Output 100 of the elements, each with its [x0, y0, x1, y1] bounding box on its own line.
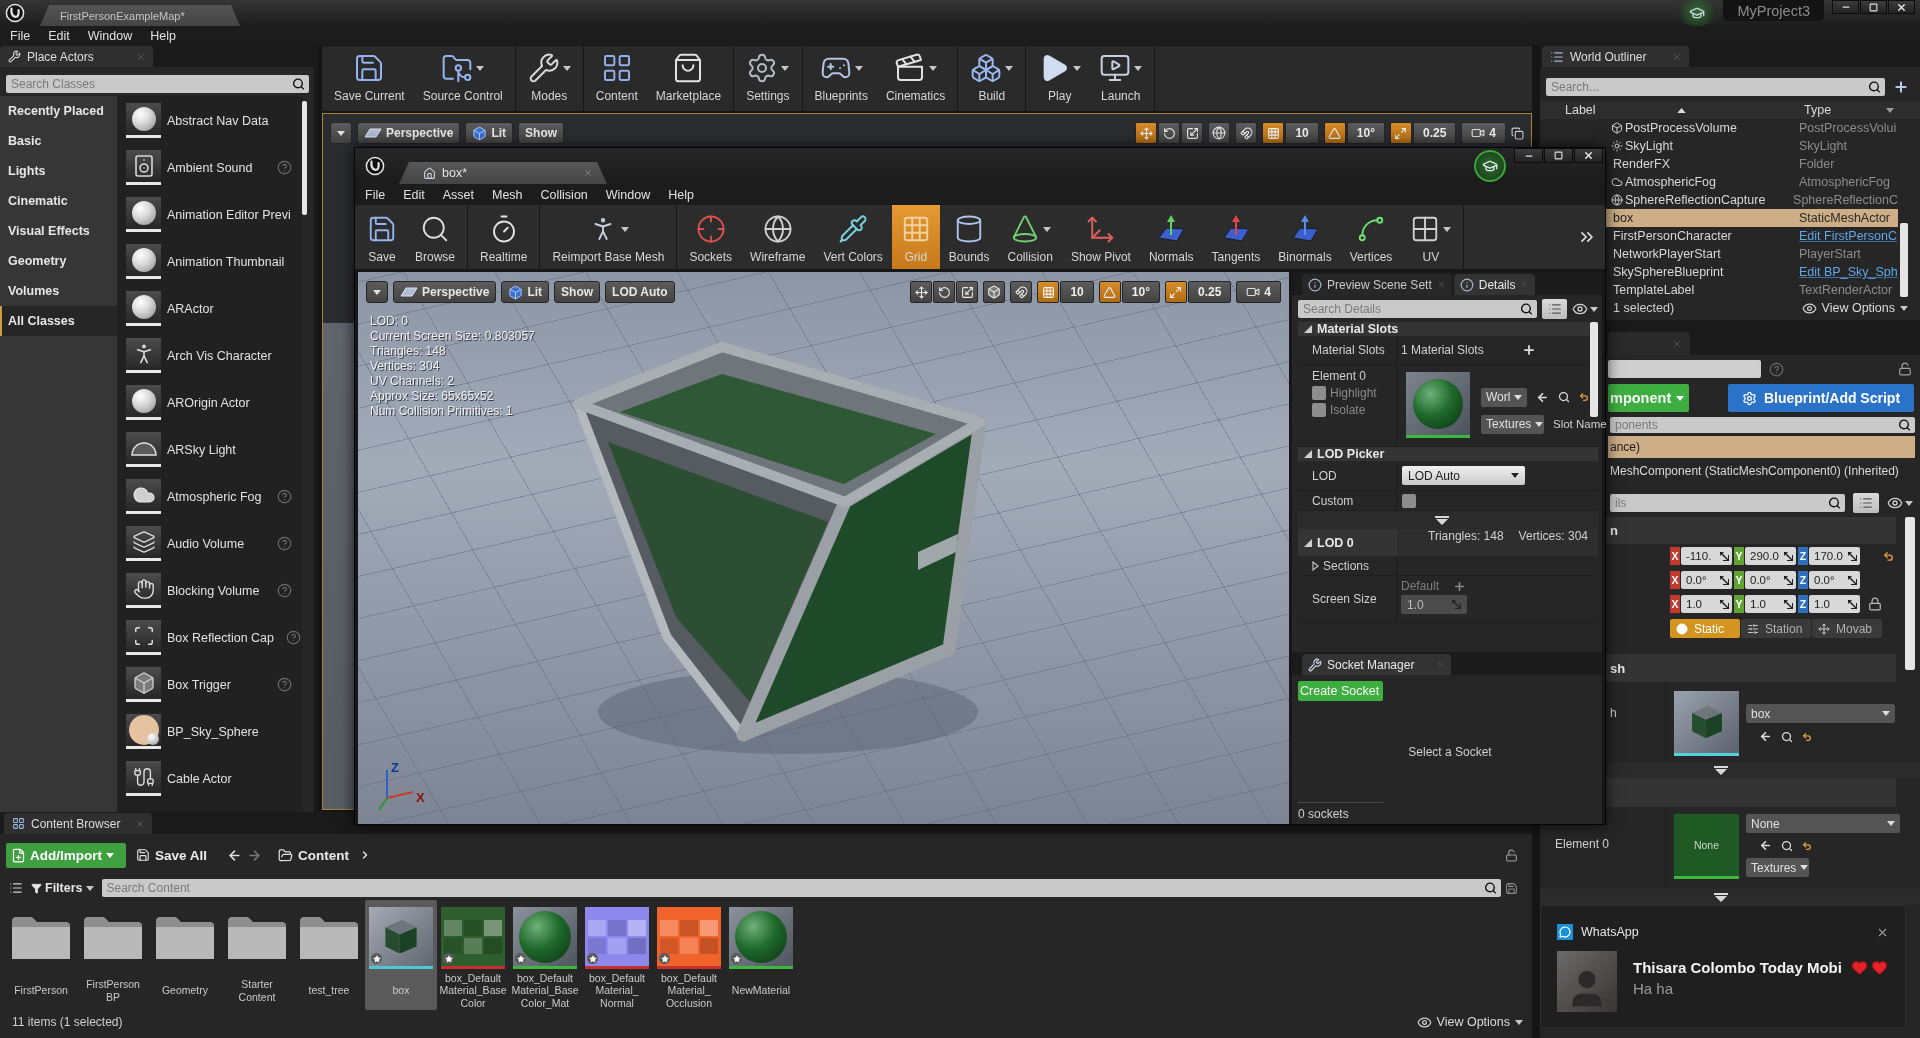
- checkbox[interactable]: [1402, 493, 1416, 508]
- snap-toggle-button[interactable]: [1037, 281, 1060, 303]
- asset-tile[interactable]: FirstPerson BP: [77, 900, 149, 1010]
- lock-icon[interactable]: [1868, 597, 1882, 611]
- asset-tile[interactable]: NewMaterial: [725, 900, 797, 1010]
- lod-dropdown[interactable]: LOD Auto: [1402, 466, 1525, 485]
- transform-mode-button[interactable]: [910, 281, 933, 303]
- asset-tile[interactable]: box_Default Material_Base Color: [437, 900, 509, 1010]
- actor-list-item[interactable]: Ambient Sound: [117, 144, 302, 191]
- toolbar-button[interactable]: Blueprints: [805, 46, 877, 111]
- actor-list-item[interactable]: Atmospheric Fog: [117, 473, 302, 520]
- number-field[interactable]: 1.0: [1681, 595, 1732, 613]
- number-field[interactable]: 0.0°: [1681, 571, 1732, 589]
- asset-tile[interactable]: test_tree: [293, 900, 365, 1010]
- component-row[interactable]: ance): [1608, 436, 1915, 458]
- number-field[interactable]: 0.0°: [1745, 571, 1796, 589]
- toolbar-button[interactable]: Launch: [1090, 46, 1152, 111]
- category-tab[interactable]: Lights: [0, 156, 117, 186]
- toolbar-button[interactable]: Bounds: [939, 205, 999, 269]
- menu-item[interactable]: File: [1, 28, 40, 43]
- asset-tile[interactable]: box_Default Material_Base Color_Mat: [509, 900, 581, 1010]
- material-dropdown[interactable]: Worl: [1481, 387, 1528, 407]
- viewport-option-button[interactable]: Perspective: [393, 281, 497, 303]
- toolbar-button[interactable]: Save: [358, 205, 406, 269]
- toolbar-button[interactable]: Save Current: [325, 46, 414, 111]
- actor-list-item[interactable]: ARActor: [117, 285, 302, 332]
- actor-list-item[interactable]: BP_Sky_Sphere: [117, 708, 302, 755]
- viewport-option-button[interactable]: Lit: [501, 281, 550, 303]
- snap-toggle-button[interactable]: [1235, 122, 1258, 144]
- menu-item[interactable]: Edit: [394, 187, 434, 202]
- reset-icon[interactable]: [1883, 550, 1894, 562]
- snap-toggle-button[interactable]: [1323, 122, 1346, 144]
- search-field[interactable]: Search Details: [1298, 300, 1537, 318]
- number-field[interactable]: 290.0: [1745, 547, 1796, 565]
- section-header[interactable]: LOD Picker: [1298, 447, 1598, 461]
- actor-list-item[interactable]: Blocking Volume: [117, 567, 302, 614]
- toolbar-button[interactable]: Binormals: [1269, 205, 1341, 269]
- transform-mode-button[interactable]: [1158, 122, 1181, 144]
- chevron-down-icon[interactable]: [1714, 765, 1728, 775]
- material-dropdown[interactable]: None: [1746, 814, 1900, 833]
- textures-dropdown[interactable]: Textures: [1481, 414, 1544, 434]
- map-tab[interactable]: FirstPersonExampleMap*: [40, 5, 240, 26]
- visibility-button[interactable]: [1887, 495, 1913, 511]
- crate-drawing[interactable]: [573, 342, 987, 754]
- path-crumb[interactable]: Content: [298, 847, 350, 863]
- restore-icon[interactable]: [1511, 126, 1524, 140]
- reset-icon[interactable]: [1802, 840, 1812, 851]
- help-icon[interactable]: [277, 677, 292, 692]
- category-tab[interactable]: Basic: [0, 126, 117, 156]
- maximize-button[interactable]: [1544, 148, 1573, 163]
- menu-item[interactable]: Mesh: [482, 187, 532, 202]
- close-button[interactable]: [1574, 148, 1603, 163]
- toolbar-button[interactable]: Source Control: [413, 46, 512, 111]
- actor-list-item[interactable]: Box Reflection Cap: [117, 614, 302, 661]
- asset-tile[interactable]: box_Default Material_ Occlusion: [653, 900, 725, 1010]
- toolbar-button[interactable]: Play: [1029, 46, 1091, 111]
- maximize-button[interactable]: [1860, 0, 1887, 14]
- transform-mode-button[interactable]: [1181, 122, 1204, 144]
- snap-toggle-button[interactable]: [1262, 122, 1285, 144]
- save-all-button[interactable]: Save All: [136, 847, 208, 863]
- actor-list-item[interactable]: Box Trigger: [117, 661, 302, 708]
- viewport-option-button[interactable]: Lit: [465, 122, 514, 144]
- toolbar-button[interactable]: Wireframe: [741, 205, 815, 269]
- toolbar-button[interactable]: Reimport Base Mesh: [543, 205, 674, 269]
- snap-value-button[interactable]: 10°: [1346, 122, 1385, 144]
- outliner-row[interactable]: RenderFX Folder: [1606, 155, 1898, 173]
- material-sphere-thumbnail[interactable]: [1406, 372, 1470, 438]
- toolbar-button[interactable]: Normals: [1139, 205, 1203, 269]
- blueprint-script-button[interactable]: Blueprint/Add Script: [1728, 384, 1914, 412]
- coordinate-space-button[interactable]: [983, 281, 1006, 303]
- section-header[interactable]: sh: [1606, 654, 1896, 682]
- coordinate-space-button[interactable]: [1208, 122, 1231, 144]
- actor-list-item[interactable]: Cable Actor: [117, 755, 302, 802]
- snap-toggle-button[interactable]: [1098, 281, 1121, 303]
- menu-item[interactable]: Window: [596, 187, 660, 202]
- toolbar-button[interactable]: Vertices: [1340, 205, 1402, 269]
- unlocked-icon[interactable]: [1505, 848, 1518, 862]
- column-header[interactable]: Type: [1799, 101, 1920, 119]
- actor-list-item[interactable]: Animation Editor Previ: [117, 191, 302, 238]
- cube-thumbnail[interactable]: [1674, 691, 1739, 756]
- search-field[interactable]: Search Classes: [6, 75, 309, 93]
- section-header[interactable]: LOD 0: [1298, 529, 1397, 556]
- toolbar-button[interactable]: Settings: [737, 46, 799, 111]
- number-field[interactable]: -110.: [1681, 547, 1732, 565]
- minimize-button[interactable]: [1832, 0, 1859, 14]
- column-header[interactable]: Label: [1540, 101, 1799, 119]
- reset-icon[interactable]: [1579, 392, 1590, 402]
- asset-tile[interactable]: Starter Content: [221, 900, 293, 1010]
- socket-manager-tab[interactable]: Socket Manager: [1302, 654, 1452, 675]
- number-field[interactable]: 1.0: [1809, 595, 1860, 613]
- number-field[interactable]: 1.0: [1745, 595, 1796, 613]
- reset-icon[interactable]: [1802, 731, 1812, 742]
- transform-mode-button[interactable]: [1135, 122, 1158, 144]
- outliner-row[interactable]: AtmosphericFog AtmosphericFog: [1606, 173, 1898, 191]
- actor-list-item[interactable]: Audio Volume: [117, 520, 302, 567]
- viewport-menu-button[interactable]: [366, 281, 388, 303]
- unlocked-icon[interactable]: [1898, 362, 1912, 376]
- snap-toggle-button[interactable]: [1389, 122, 1412, 144]
- asset-tile[interactable]: box: [365, 900, 437, 1010]
- number-field[interactable]: 0.0°: [1809, 571, 1860, 589]
